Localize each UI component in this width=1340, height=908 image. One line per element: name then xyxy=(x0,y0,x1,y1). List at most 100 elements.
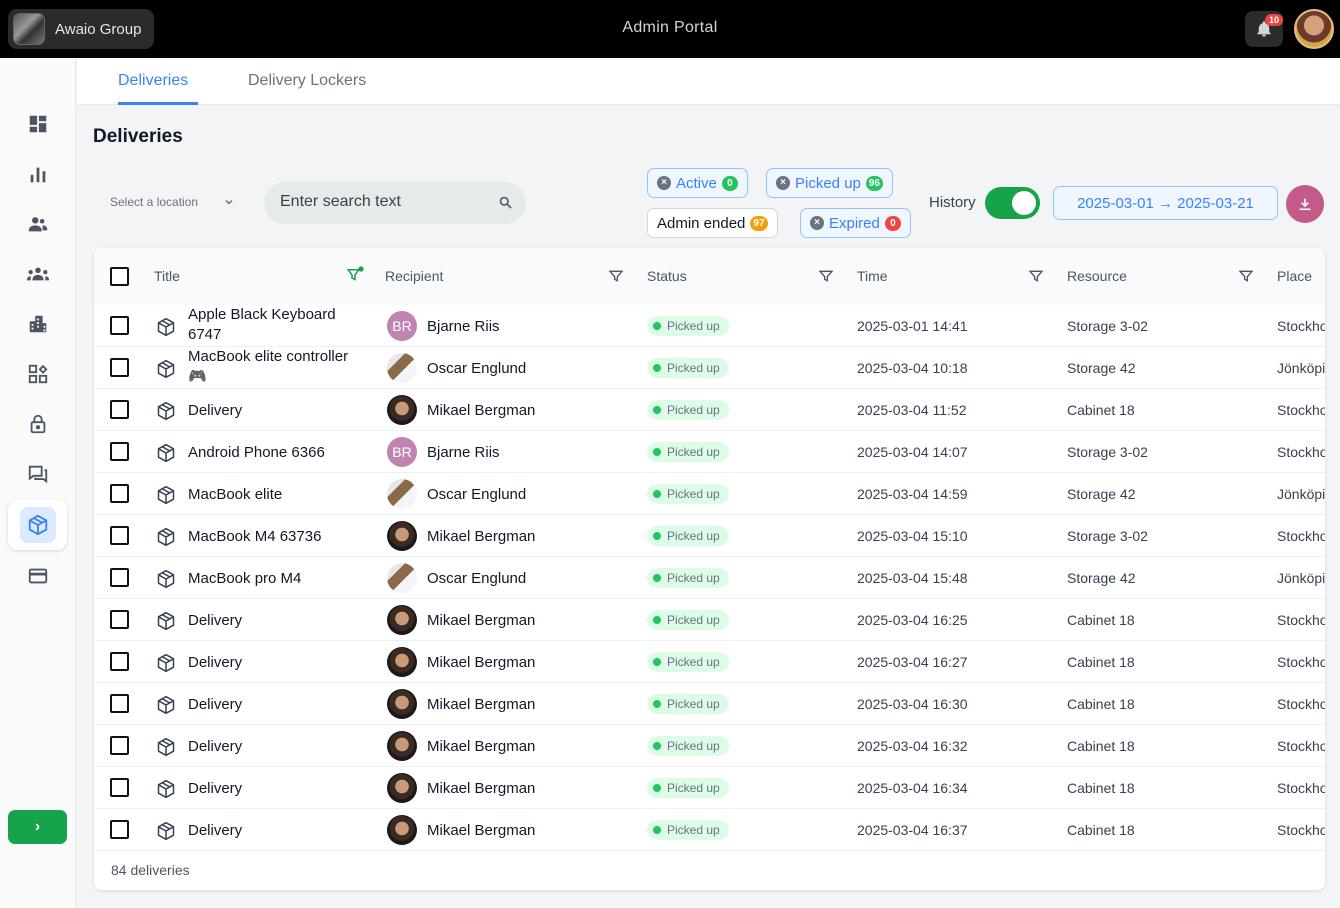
sidebar-item-groups[interactable] xyxy=(22,258,54,290)
table-row[interactable]: Delivery Mikael Bergman Picked up 2025-03-0… xyxy=(94,725,1325,767)
chip-label: Active xyxy=(676,174,717,192)
close-icon[interactable]: × xyxy=(657,176,671,190)
filter-chip-expired[interactable]: × Expired 0 xyxy=(800,208,911,238)
table-row[interactable]: Apple Black Keyboard 6747 BR Bjarne Riis Pi… xyxy=(94,305,1325,347)
row-place: Jönköping xyxy=(1277,570,1325,586)
row-checkbox[interactable] xyxy=(110,736,129,755)
column-header-place[interactable]: Place xyxy=(1277,268,1312,284)
search-input[interactable] xyxy=(280,193,480,211)
row-place: Stockholm xyxy=(1277,822,1325,838)
row-checkbox[interactable] xyxy=(110,568,129,587)
column-header-status[interactable]: Status xyxy=(647,268,687,284)
location-select[interactable]: Select a location xyxy=(110,195,198,209)
filter-icon[interactable] xyxy=(608,268,624,284)
filter-chip-active[interactable]: × Active 0 xyxy=(647,168,748,198)
row-place: Stockholm xyxy=(1277,654,1325,670)
table-row[interactable]: Delivery Mikael Bergman Picked up 2025-03-0… xyxy=(94,599,1325,641)
status-badge: Picked up xyxy=(647,358,729,378)
row-resource: Cabinet 18 xyxy=(1067,696,1135,712)
sidebar-item-payments[interactable] xyxy=(22,560,54,592)
row-place: Stockholm xyxy=(1277,528,1325,544)
row-title: Delivery xyxy=(188,738,243,755)
row-time: 2025-03-04 16:25 xyxy=(857,612,968,628)
row-time: 2025-03-04 15:10 xyxy=(857,528,968,544)
status-label: Picked up xyxy=(667,781,720,795)
row-checkbox[interactable] xyxy=(110,778,129,797)
table-row[interactable]: MacBook elite Oscar Englund Picked up 2025-… xyxy=(94,473,1325,515)
avatar: BR xyxy=(387,311,417,341)
row-recipient: Mikael Bergman xyxy=(427,612,536,629)
row-checkbox[interactable] xyxy=(110,652,129,671)
status-badge: Picked up xyxy=(647,442,729,462)
history-toggle[interactable] xyxy=(985,187,1040,219)
search-icon[interactable] xyxy=(498,195,513,210)
sidebar-item-messages[interactable] xyxy=(22,458,54,490)
filter-active-icon[interactable] xyxy=(346,266,364,284)
table-row[interactable]: Android Phone 6366 BR Bjarne Riis Picked up… xyxy=(94,431,1325,473)
filter-icon[interactable] xyxy=(818,268,834,284)
row-title: MacBook elite xyxy=(188,486,283,503)
sidebar-item-users[interactable] xyxy=(22,208,54,240)
row-checkbox[interactable] xyxy=(110,694,129,713)
package-icon xyxy=(156,737,176,762)
tab-deliveries[interactable]: Deliveries xyxy=(118,72,188,90)
close-icon[interactable]: × xyxy=(810,216,824,230)
table-row[interactable]: Delivery Mikael Bergman Picked up 2025-03-0… xyxy=(94,641,1325,683)
status-label: Picked up xyxy=(667,487,720,501)
package-icon xyxy=(156,443,176,468)
chevron-down-icon[interactable] xyxy=(224,197,234,207)
sidebar-item-buildings[interactable] xyxy=(22,308,54,340)
row-checkbox[interactable] xyxy=(110,400,129,419)
status-badge: Picked up xyxy=(647,610,729,630)
date-range-picker[interactable]: 2025-03-01 → 2025-03-21 xyxy=(1053,186,1278,220)
row-recipient: Bjarne Riis xyxy=(427,318,500,335)
filter-chip-picked-up[interactable]: × Picked up 96 xyxy=(766,168,893,198)
row-resource: Storage 42 xyxy=(1067,486,1136,502)
row-checkbox[interactable] xyxy=(110,484,129,503)
sidebar-item-analytics[interactable] xyxy=(22,158,54,190)
status-dot-icon xyxy=(653,742,661,750)
column-header-recipient[interactable]: Recipient xyxy=(385,268,443,284)
row-checkbox[interactable] xyxy=(110,358,129,377)
row-checkbox[interactable] xyxy=(110,442,129,461)
status-dot-icon xyxy=(653,700,661,708)
page-title: Deliveries xyxy=(93,126,183,147)
row-place: Stockholm xyxy=(1277,402,1325,418)
status-dot-icon xyxy=(653,616,661,624)
table-row[interactable]: Delivery Mikael Bergman Picked up 2025-03-0… xyxy=(94,389,1325,431)
sidebar-item-lockers[interactable] xyxy=(22,408,54,440)
column-header-title[interactable]: Title xyxy=(154,268,180,284)
table-row[interactable]: Delivery Mikael Bergman Picked up 2025-03-0… xyxy=(94,767,1325,809)
row-checkbox[interactable] xyxy=(110,526,129,545)
download-button[interactable] xyxy=(1286,185,1324,223)
sidebar-item-dashboard[interactable] xyxy=(22,108,54,140)
filter-icon[interactable] xyxy=(1028,268,1044,284)
row-checkbox[interactable] xyxy=(110,610,129,629)
sidebar-item-apps[interactable] xyxy=(22,358,54,390)
close-icon[interactable]: × xyxy=(776,176,790,190)
notifications-button[interactable]: 10 xyxy=(1245,11,1284,47)
expand-sidebar-button[interactable]: › xyxy=(8,810,67,844)
user-avatar[interactable] xyxy=(1294,9,1334,49)
row-checkbox[interactable] xyxy=(110,316,129,335)
deliveries-table: Title Recipient Status Time Resource Pla… xyxy=(94,248,1325,890)
row-recipient: Mikael Bergman xyxy=(427,780,536,797)
tab-delivery-lockers[interactable]: Delivery Lockers xyxy=(248,72,366,90)
column-header-resource[interactable]: Resource xyxy=(1067,268,1127,284)
sidebar: › xyxy=(0,58,76,908)
table-row[interactable]: Delivery Mikael Bergman Picked up 2025-03-0… xyxy=(94,809,1325,851)
filter-chip-admin-ended[interactable]: Admin ended 97 xyxy=(647,208,778,238)
status-dot-icon xyxy=(653,658,661,666)
table-row[interactable]: MacBook M4 63736 Mikael Bergman Picked up 2… xyxy=(94,515,1325,557)
filter-icon[interactable] xyxy=(1238,268,1254,284)
row-title: Delivery xyxy=(188,822,243,839)
status-badge: Picked up xyxy=(647,778,729,798)
column-header-time[interactable]: Time xyxy=(857,268,888,284)
table-row[interactable]: MacBook pro M4 Oscar Englund Picked up 2025… xyxy=(94,557,1325,599)
buildings-icon xyxy=(29,315,47,333)
table-row[interactable]: MacBook elite controller 🎮 Oscar Englund P… xyxy=(94,347,1325,389)
select-all-checkbox[interactable] xyxy=(110,267,129,286)
table-row[interactable]: Delivery Mikael Bergman Picked up 2025-03-0… xyxy=(94,683,1325,725)
row-checkbox[interactable] xyxy=(110,820,129,839)
sidebar-item-deliveries[interactable] xyxy=(8,500,67,550)
